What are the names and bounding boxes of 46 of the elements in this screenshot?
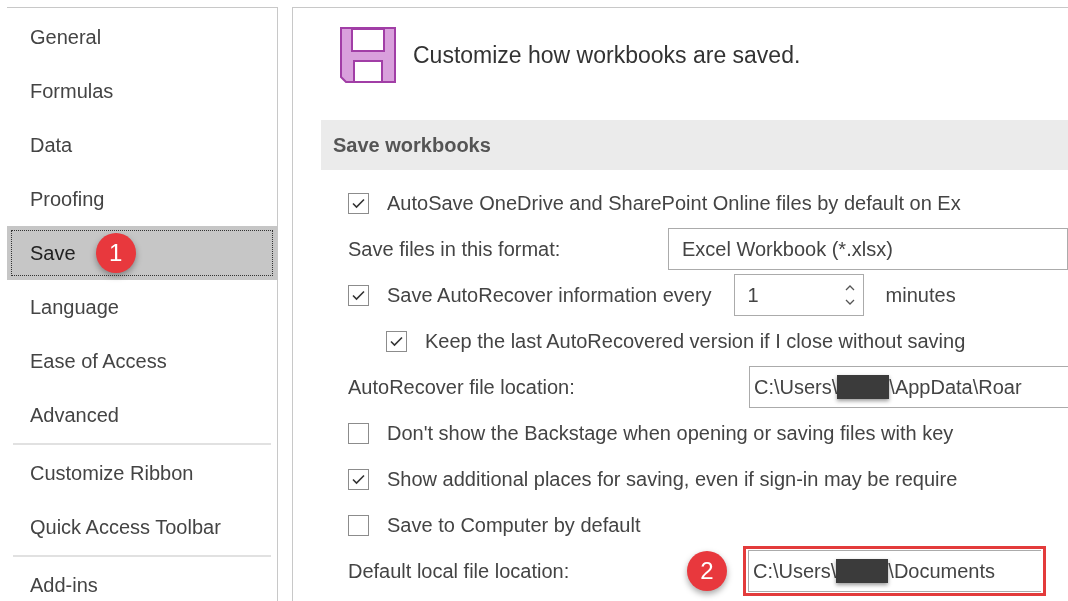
- checkbox-label: AutoSave OneDrive and SharePoint Online files by default on Ex: [387, 191, 961, 216]
- checkbox-label: Save to Computer by default: [387, 513, 641, 538]
- path-text: \AppData\Roar: [889, 375, 1022, 400]
- redaction-block: [837, 375, 890, 399]
- path-field[interactable]: C:\Users\ \Documents: [748, 550, 1041, 592]
- step-marker: 2: [687, 551, 727, 591]
- checkbox[interactable]: [348, 284, 369, 306]
- page-heading: Customize how workbooks are saved.: [413, 40, 801, 70]
- checkbox[interactable]: [348, 468, 369, 490]
- path-text: C:\Users\: [754, 375, 838, 400]
- sidebar-item[interactable]: Quick Access Toolbar: [7, 500, 277, 554]
- checkbox-label: Don't show the Backstage when opening or saving files with key: [387, 421, 954, 446]
- sidebar-item[interactable]: Advanced: [7, 388, 277, 442]
- field-label: AutoRecover file location:: [348, 375, 576, 400]
- check-mark-icon: [390, 335, 403, 347]
- sidebar-item[interactable]: Customize Ribbon: [7, 446, 277, 500]
- format-dropdown[interactable]: Excel Workbook (*.xlsx): [668, 228, 1068, 270]
- redaction-block: [836, 559, 889, 583]
- sidebar-item[interactable]: Proofing: [7, 172, 277, 226]
- checkbox-label: Keep the last AutoRecovered version if I close without saving: [425, 329, 966, 354]
- checkbox[interactable]: [386, 330, 407, 352]
- path-text: C:\Users\: [753, 559, 837, 584]
- check-mark-icon: [352, 473, 365, 485]
- checkbox[interactable]: [348, 192, 369, 214]
- unit-label: minutes: [885, 283, 956, 308]
- sidebar-item[interactable]: Language: [7, 280, 277, 334]
- sidebar-item[interactable]: Data: [7, 118, 277, 172]
- path-text: \Documents: [888, 559, 996, 584]
- checkbox-label: Save AutoRecover information every: [387, 283, 712, 308]
- checkbox-label: Show additional places for saving, even if sign-in may be require: [387, 467, 958, 492]
- sidebar-item[interactable]: General: [7, 10, 277, 64]
- field-label: Default local file location:: [348, 559, 571, 584]
- checkbox[interactable]: [348, 422, 369, 444]
- section-header: Save workbooks: [321, 120, 1068, 170]
- check-mark-icon: [352, 197, 365, 209]
- check-mark-icon: [352, 289, 365, 301]
- sidebar-item[interactable]: Formulas: [7, 64, 277, 118]
- step-marker: 1: [95, 233, 136, 273]
- checkbox[interactable]: [348, 514, 369, 536]
- sidebar-item[interactable]: Ease of Access: [7, 334, 277, 388]
- minutes-spin-field[interactable]: 1: [733, 274, 864, 316]
- up-down-arrows-icon[interactable]: [844, 283, 855, 307]
- field-label: Save files in this format:: [348, 237, 562, 262]
- path-field[interactable]: C:\Users\ \AppData\Roar: [749, 366, 1068, 408]
- sidebar-item[interactable]: Save 1: [7, 226, 277, 280]
- sidebar-item[interactable]: Add-ins: [7, 558, 277, 601]
